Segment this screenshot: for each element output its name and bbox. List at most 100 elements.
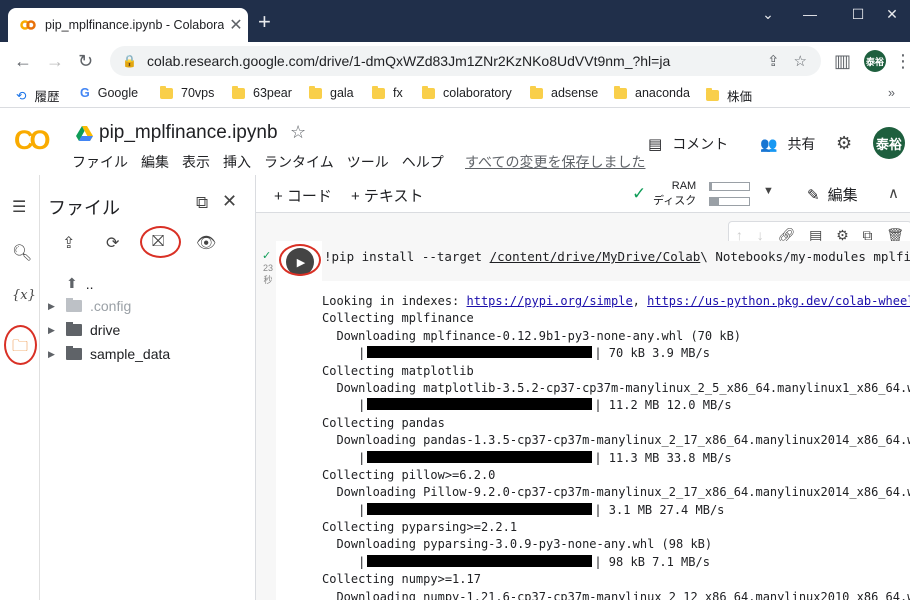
disk-bar (709, 197, 750, 206)
variables-icon[interactable]: {x} (12, 288, 36, 303)
more-bookmarks-icon[interactable]: » (888, 86, 895, 100)
bookmark-anaconda[interactable]: anaconda (614, 85, 690, 100)
menu-edit[interactable]: 編集 (141, 152, 169, 172)
folder-icon (614, 85, 627, 99)
forward-icon[interactable]: → (46, 51, 64, 72)
toc-icon[interactable]: ☰ (12, 197, 26, 217)
google-icon: G (80, 86, 90, 100)
bookmark-google[interactable]: G Google (80, 86, 138, 100)
tree-item-config[interactable]: ▶ .config (48, 298, 131, 314)
tab-search-icon[interactable]: ⌄ (748, 6, 788, 23)
profile-avatar[interactable]: 泰裕 (864, 50, 886, 72)
star-notebook-icon[interactable]: ☆ (290, 122, 306, 143)
output-line: Collecting pyparsing>=2.2.1 (322, 520, 518, 535)
bookmark-kabuka[interactable]: 株価 (706, 86, 752, 105)
folder-icon (530, 85, 543, 99)
annotation-circle (279, 244, 321, 276)
code-editor[interactable]: !pip install --target /content/drive/MyD… (322, 241, 910, 281)
download-progress-bar (367, 398, 593, 411)
menu-help[interactable]: ヘルプ (402, 152, 444, 172)
history-icon: ⟲ (16, 89, 27, 103)
browser-tab[interactable]: pip_mplfinance.ipynb - Colaboratory ✕ (8, 8, 248, 42)
new-tab-button[interactable]: + (258, 11, 271, 33)
tree-item-parent[interactable]: ⬆.. (48, 275, 94, 292)
bookmark-adsense[interactable]: adsense (530, 85, 598, 100)
save-status-link[interactable]: すべての変更を保存しました (465, 152, 645, 172)
minimize-button[interactable]: — (790, 6, 830, 22)
search-icon[interactable]: 🔍︎ (12, 243, 32, 263)
expand-arrow-icon[interactable]: ▶ (48, 301, 66, 312)
colab-favicon-icon (20, 20, 36, 30)
left-rail: ☰ 🔍︎ {x} 🗀 (0, 175, 40, 600)
bookmark-63pear[interactable]: 63pear (232, 85, 292, 100)
folder-icon (372, 85, 385, 99)
close-panel-icon[interactable]: ✕ (222, 191, 237, 212)
ram-bar-fill (710, 183, 712, 190)
people-icon: 👥 (760, 135, 778, 152)
close-window-button[interactable]: ✕ (872, 6, 910, 23)
address-bar[interactable]: 🔒 colab.research.google.com/drive/1-dmQx… (110, 46, 821, 76)
hidden-files-eye-icon[interactable]: 👁︎ (196, 233, 216, 253)
bookmark-colaboratory[interactable]: colaboratory (422, 85, 512, 100)
colab-header: CO pip_mplfinance.ipynb ☆ ファイル 編集 表示 挿入 … (0, 109, 910, 175)
code-cell[interactable]: !pip install --target /content/drive/MyD… (276, 241, 910, 600)
menu-insert[interactable]: 挿入 (223, 152, 251, 172)
notebook-title[interactable]: pip_mplfinance.ipynb (99, 122, 278, 144)
bookmark-70vps[interactable]: 70vps (160, 85, 214, 100)
upload-icon[interactable]: ⇪ (62, 233, 75, 253)
settings-icon[interactable]: ⚙ (836, 133, 852, 154)
files-panel-title: ファイル (48, 198, 120, 218)
share-button[interactable]: 👥 共有 (760, 134, 815, 154)
add-text-button[interactable]: + テキスト (351, 185, 423, 206)
resource-monitor[interactable]: RAM ディスク (653, 179, 696, 209)
annotation-circle (140, 226, 181, 258)
output-line: Downloading pandas-1.3.5-cp37-cp37m-many… (322, 433, 910, 448)
tab-close-icon[interactable]: ✕ (224, 15, 248, 35)
menu-runtime[interactable]: ランタイム (264, 152, 334, 172)
expand-arrow-icon[interactable]: ▶ (48, 349, 66, 360)
edit-mode-button[interactable]: ✎ 編集 (807, 184, 858, 205)
browser-tab-bar: pip_mplfinance.ipynb - Colaboratory ✕ + … (0, 0, 910, 42)
folder-icon (232, 85, 245, 99)
execution-time: 23 秒 (262, 263, 273, 285)
user-avatar[interactable]: 泰裕 (873, 127, 905, 159)
output-line: | | 11.3 MB 33.8 MB/s (322, 450, 732, 465)
ram-bar (709, 182, 750, 191)
colab-logo[interactable]: CO (14, 125, 50, 156)
tab-title: pip_mplfinance.ipynb - Colaboratory (45, 18, 224, 32)
share-page-icon[interactable]: ⇪ (767, 52, 780, 70)
index-link[interactable]: https://us-python.pkg.dev/colab-wheels/ (647, 294, 910, 308)
menu-view[interactable]: 表示 (182, 152, 210, 172)
folder-icon (160, 85, 173, 99)
add-code-button[interactable]: + コード (274, 185, 332, 206)
comment-button[interactable]: ▤ コメント (648, 134, 728, 154)
tree-item-drive[interactable]: ▶ drive (48, 322, 120, 338)
collapse-header-icon[interactable]: ∧ (888, 184, 899, 202)
side-panel-icon[interactable]: ▥ (834, 51, 851, 72)
bookmark-history[interactable]: ⟲ 履歴 (16, 86, 60, 105)
tree-item-sample-data[interactable]: ▶ sample_data (48, 346, 170, 362)
bookmark-fx[interactable]: fx (372, 85, 403, 100)
runtime-dropdown-icon[interactable]: ▼ (763, 185, 774, 197)
folder-icon (66, 322, 82, 336)
download-progress-bar (367, 554, 593, 567)
expand-arrow-icon[interactable]: ▶ (48, 325, 66, 336)
back-icon[interactable]: ← (14, 51, 32, 72)
output-line: Looking in indexes: https://pypi.org/sim… (322, 293, 910, 310)
bookmark-gala[interactable]: gala (309, 85, 354, 100)
menu-tools[interactable]: ツール (347, 152, 389, 172)
refresh-folder-icon[interactable]: ⟳ (106, 233, 119, 253)
browser-menu-icon[interactable]: ⋮ (894, 51, 910, 72)
reload-icon[interactable]: ↻ (78, 51, 93, 72)
index-link[interactable]: https://pypi.org/simple (467, 294, 633, 308)
output-line: Downloading Pillow-9.2.0-cp37-cp37m-many… (322, 485, 910, 500)
connected-check-icon: ✓ (632, 184, 647, 203)
cell-success-icon: ✓ (262, 250, 272, 262)
output-line: | | 11.2 MB 12.0 MB/s (322, 398, 732, 413)
open-in-tab-icon[interactable]: ⧉ (196, 193, 208, 213)
bookmark-star-icon[interactable]: ☆ (794, 52, 807, 70)
menu-file[interactable]: ファイル (72, 152, 128, 172)
folder-up-icon: ⬆ (66, 275, 78, 291)
google-drive-icon[interactable] (76, 125, 93, 141)
comment-icon: ▤ (648, 136, 663, 153)
